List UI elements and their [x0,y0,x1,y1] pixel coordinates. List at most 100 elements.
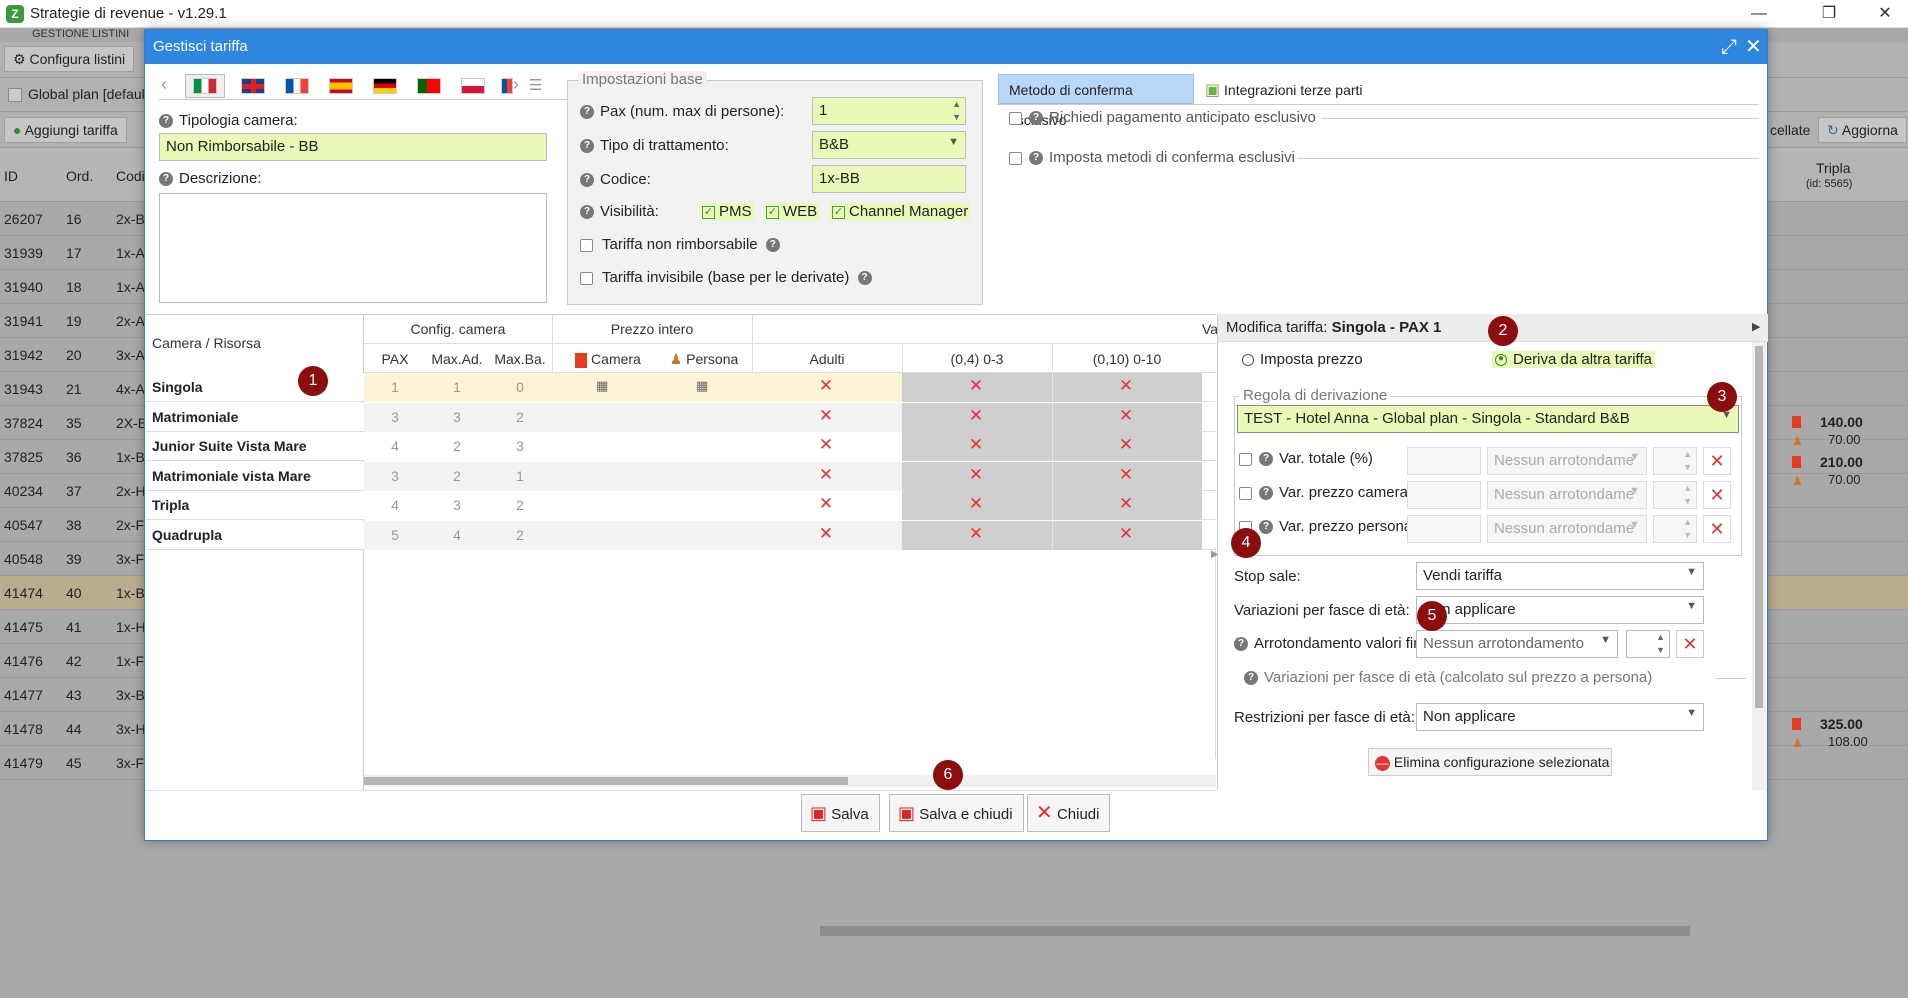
spanish-flag-icon[interactable] [329,78,353,94]
help-icon[interactable]: ? [1029,151,1043,166]
age-var-select[interactable]: Non applicare ▼ [1416,596,1704,624]
help-icon[interactable]: ? [580,205,594,220]
portuguese-flag-icon[interactable] [417,78,441,94]
var-stepper[interactable]: ▲ ▼ [1653,447,1697,475]
grid-row[interactable]: Matrimoniale 3 3 2 ✕ ✕ ✕ [146,402,1216,432]
save-close-button[interactable]: ▣ Salva e chiudi [889,794,1024,832]
x-mark-icon[interactable]: ✕ [816,524,836,544]
radio-set-price[interactable]: Imposta prezzo [1242,351,1363,368]
x-mark-icon[interactable]: ✕ [966,494,986,514]
x-mark-icon[interactable]: ✕ [816,494,836,514]
x-mark-icon[interactable]: ✕ [816,465,836,485]
x-mark-icon[interactable]: ✕ [966,465,986,485]
stop-sale-select[interactable]: Vendi tariffa ▼ [1416,562,1704,590]
close-window-icon[interactable]: ✕ [1862,0,1908,28]
x-mark-icon[interactable]: ✕ [1116,524,1136,544]
chevron-right-icon[interactable]: › [513,74,519,95]
var-value-input[interactable] [1407,447,1481,475]
help-icon[interactable]: ? [1259,520,1273,535]
treatment-select[interactable]: B&B ▼ [812,131,966,159]
help-icon[interactable]: ? [1234,637,1248,652]
x-mark-icon[interactable]: ✕ [1116,494,1136,514]
description-textarea[interactable] [159,193,547,303]
calculator-icon[interactable]: ▦ [696,378,708,394]
x-mark-icon[interactable]: ✕ [816,435,836,455]
radio-derive[interactable]: ● Deriva da altra tariffa [1492,351,1655,368]
visibility-pms-checkbox[interactable]: ✓ PMS [700,203,754,220]
var-rounding-select[interactable]: Nessun arrotondame ▼ [1487,515,1647,543]
german-flag-icon[interactable] [373,78,397,94]
visibility-cm-checkbox[interactable]: ✓ Channel Manager [830,203,971,220]
var-stepper[interactable]: ▲ ▼ [1653,515,1697,543]
var-rounding-select[interactable]: Nessun arrotondame ▼ [1487,447,1647,475]
x-mark-icon[interactable]: ✕ [816,376,836,396]
x-mark-icon[interactable]: ✕ [816,406,836,426]
maximize-icon[interactable]: ❐ [1806,0,1852,28]
french-flag-icon[interactable] [285,78,309,94]
x-mark-icon[interactable]: ✕ [1116,465,1136,485]
help-icon[interactable]: ? [1259,486,1273,501]
help-icon[interactable]: ? [1244,671,1258,686]
tab-exclusive-method[interactable]: Metodo di conferma esclusivo [998,74,1194,128]
grid-row[interactable]: Junior Suite Vista Mare 4 2 3 ✕ ✕ ✕ [146,432,1216,461]
help-icon[interactable]: ? [159,172,173,187]
help-icon[interactable]: ? [580,173,594,188]
var-checkbox[interactable] [1239,453,1252,466]
var-stepper[interactable]: ▲ ▼ [1653,481,1697,509]
help-icon[interactable]: ? [857,271,872,286]
help-icon[interactable]: ? [580,139,594,154]
x-mark-icon[interactable]: ✕ [1116,376,1136,396]
var-checkbox[interactable] [1239,487,1252,500]
partial-flag-icon[interactable] [501,78,513,94]
delete-config-button[interactable]: — Elimina configurazione selezionata [1368,748,1612,776]
expand-icon[interactable]: ⤢ [1721,30,1737,64]
require-payment-checkbox[interactable] [1009,112,1022,125]
close-dialog-icon[interactable]: ✕ [1745,30,1762,64]
help-icon[interactable]: ? [1259,452,1273,467]
invisible-checkbox[interactable] [580,272,593,285]
x-mark-icon[interactable]: ✕ [1116,406,1136,426]
age-restr-select[interactable]: Non applicare ▼ [1416,703,1704,731]
x-mark-icon[interactable]: ✕ [1116,435,1136,455]
pax-stepper[interactable]: 1 ▲ ▼ [812,97,966,125]
grid-row[interactable]: Quadrupla 5 4 2 ✕ ✕ ✕ [146,520,1216,550]
calculator-icon[interactable]: ▦ [596,378,608,394]
rounding-stepper[interactable]: ▲ ▼ [1626,630,1670,658]
derivation-select[interactable]: TEST - Hotel Anna - Global plan - Singol… [1237,405,1739,433]
x-mark-icon[interactable]: ✕ [966,524,986,544]
save-button[interactable]: ▣ Salva [801,794,880,832]
non-refundable-checkbox[interactable] [580,239,593,252]
help-icon[interactable]: ? [580,105,594,120]
var-clear-icon[interactable]: ✕ [1703,447,1731,475]
var-clear-icon[interactable]: ✕ [1703,515,1731,543]
minimize-icon[interactable]: — [1736,0,1782,28]
set-methods-checkbox[interactable] [1009,152,1022,165]
collapse-arrow-icon[interactable]: ▶ [1752,320,1760,333]
panel-scrollbar[interactable] [1752,342,1766,790]
help-icon[interactable]: ? [765,238,780,253]
grid-row[interactable]: Tripla 4 3 2 ✕ ✕ ✕ [146,491,1216,520]
chevron-left-icon[interactable]: ‹ [161,74,167,95]
var-value-input[interactable] [1407,481,1481,509]
list-icon[interactable]: ☰ [529,76,542,94]
visibility-web-checkbox[interactable]: ✓ WEB [764,203,820,220]
grid-scrollbar[interactable] [364,775,1216,787]
x-mark-icon[interactable]: ✕ [966,406,986,426]
room-type-input[interactable]: Non Rimborsabile - BB [159,133,547,161]
var-value-input[interactable] [1407,515,1481,543]
rounding-clear-icon[interactable]: ✕ [1676,630,1704,658]
grid-row[interactable]: Matrimoniale vista Mare 3 2 1 ✕ ✕ ✕ [146,461,1216,491]
help-icon[interactable]: ? [159,114,173,129]
tab-integrations[interactable]: ▣ Integrazioni terze parti [1205,80,1363,100]
polish-flag-icon[interactable] [461,78,485,94]
code-input[interactable]: 1x-BB [812,165,966,193]
rounding-select[interactable]: Nessun arrotondamento ▼ [1416,630,1618,658]
close-button[interactable]: ✕ Chiudi [1027,794,1111,832]
english-flag-icon[interactable] [241,78,265,94]
var-clear-icon[interactable]: ✕ [1703,481,1731,509]
italian-flag-icon[interactable] [193,78,217,94]
var-rounding-select[interactable]: Nessun arrotondame ▼ [1487,481,1647,509]
x-mark-icon[interactable]: ✕ [966,376,986,396]
help-icon[interactable]: ? [1029,111,1043,126]
x-mark-icon[interactable]: ✕ [966,435,986,455]
